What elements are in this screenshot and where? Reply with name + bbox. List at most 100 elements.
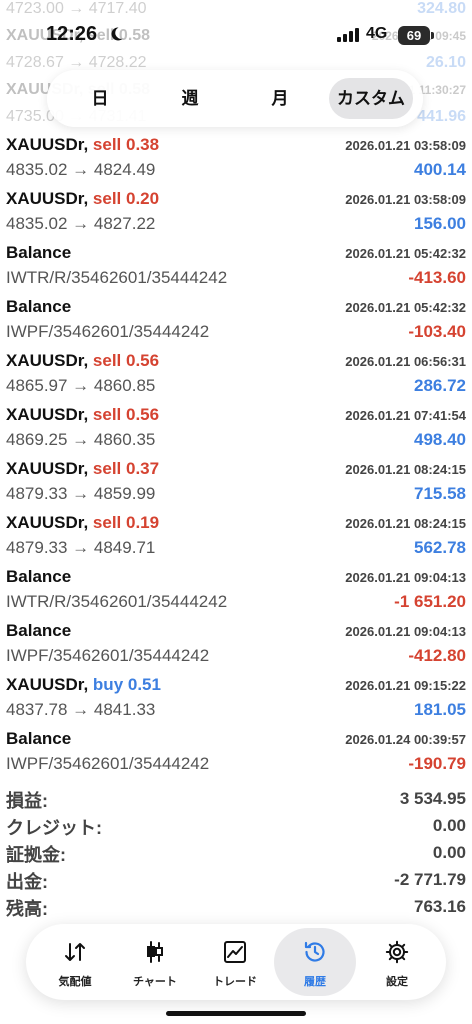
row-time: 2026.01.21 03:58:09 [345,138,466,153]
bottom-tab-bar: 気配値 チャート トレード 履歴 設定 [26,924,446,1000]
row-symbol: Balance [6,243,72,262]
status-bar: 12:26 4G 69 [0,18,472,54]
row-prices: 4837.78 → 4841.33 [6,700,156,719]
history-row[interactable]: Balance 2026.01.21 09:04:13 IWPF/3546260… [0,616,472,670]
trend-chart-icon [224,941,246,963]
row-prices: 4835.02 → 4827.22 [6,214,156,233]
ghost-row-right: 324.80 [417,0,466,17]
row-symbol-line: XAUUSDr, buy 0.51 [6,675,161,695]
row-symbol: XAUUSDr, [6,135,89,154]
row-time: 2026.01.21 06:56:31 [345,354,466,369]
row-comment: IWPF/35462601/35444242 [6,754,210,773]
row-symbol-line: XAUUSDr, sell 0.56 [6,405,159,425]
tab-quotes[interactable]: 気配値 [34,928,116,996]
period-tab-day[interactable]: 日 [69,78,131,119]
row-symbol: XAUUSDr, [6,351,89,370]
row-side-lot: sell 0.38 [92,135,160,154]
network-type: 4G [366,25,388,42]
sort-arrows-icon [65,943,85,961]
row-side-lot: sell 0.20 [92,189,160,208]
tab-trade[interactable]: トレード [194,928,276,996]
summary-withdrawal: 出金: -2 771.79 [0,866,472,893]
row-comment: IWPF/35462601/35444242 [6,322,210,341]
row-time: 2026.01.21 03:58:09 [345,192,466,207]
row-symbol: XAUUSDr, [6,189,89,208]
row-symbol: Balance [6,297,72,316]
period-filter: 日 週 月 カスタム [47,70,423,127]
row-profit: 400.14 [414,160,466,179]
row-time: 2026.01.21 05:42:32 [345,300,466,315]
row-profit: 562.78 [414,538,466,557]
row-prices: 4869.25 → 4860.35 [6,430,156,449]
period-tab-month[interactable]: 月 [249,78,311,119]
summary-label: クレジット: [6,818,102,838]
row-profit: 181.05 [414,700,466,719]
row-side-lot: sell 0.56 [92,405,160,424]
row-symbol-line: XAUUSDr, sell 0.56 [6,351,159,371]
row-symbol: XAUUSDr, [6,405,89,424]
history-row[interactable]: XAUUSDr, sell 0.38 2026.01.21 03:58:09 4… [0,130,472,184]
gear-icon [385,940,409,964]
row-comment: IWTR/R/35462601/35444242 [6,592,228,611]
tab-label: 気配値 [58,976,92,988]
summary-value: 763.16 [414,897,466,916]
account-summary: 損益: 3 534.95 クレジット: 0.00 証拠金: 0.00 出金: -… [0,785,472,920]
tab-chart[interactable]: チャート [114,928,196,996]
tab-history[interactable]: 履歴 [274,928,356,996]
row-profit: 715.58 [414,484,466,503]
summary-margin: 証拠金: 0.00 [0,839,472,866]
row-time: 2026.01.21 09:04:13 [345,570,466,585]
battery-icon: 69 [398,26,434,45]
row-time: 2026.01.21 05:42:32 [345,246,466,261]
summary-label: 損益: [6,791,48,811]
row-symbol: Balance [6,567,72,586]
history-row[interactable]: Balance 2026.01.21 05:42:32 IWPF/3546260… [0,292,472,346]
row-side-lot: sell 0.37 [92,459,160,478]
row-profit: -413.60 [408,268,466,287]
ghost-row-right: 26.10 [425,54,466,71]
row-side-lot: sell 0.19 [92,513,160,532]
row-prices: 4879.33 → 4849.71 [6,538,156,557]
row-symbol: XAUUSDr, [6,513,89,532]
history-row[interactable]: XAUUSDr, buy 0.51 2026.01.21 09:15:22 48… [0,670,472,724]
summary-label: 残高: [6,899,48,919]
row-side-lot: buy 0.51 [92,675,161,694]
history-row[interactable]: Balance 2026.01.24 00:39:57 IWPF/3546260… [0,724,472,778]
row-symbol-line: XAUUSDr, sell 0.20 [6,189,159,209]
row-prices: 4879.33 → 4859.99 [6,484,156,503]
row-time: 2026.01.21 08:24:15 [345,462,466,477]
summary-label: 出金: [6,872,48,892]
cellular-signal-icon [337,28,359,42]
row-symbol: Balance [6,621,72,640]
status-time: 12:26 [46,23,98,45]
row-prices: 4835.02 → 4824.49 [6,160,156,179]
row-symbol-line: XAUUSDr, sell 0.38 [6,135,159,155]
row-symbol: XAUUSDr, [6,675,89,694]
history-row[interactable]: XAUUSDr, sell 0.56 2026.01.21 07:41:54 4… [0,400,472,454]
row-profit: -190.79 [408,754,466,773]
moon-icon [111,27,123,41]
row-time: 2026.01.21 07:41:54 [345,408,466,423]
history-row[interactable]: XAUUSDr, sell 0.37 2026.01.21 08:24:15 4… [0,454,472,508]
row-profit: 286.72 [414,376,466,395]
period-tab-week[interactable]: 週 [159,78,221,119]
history-row[interactable]: XAUUSDr, sell 0.20 2026.01.21 03:58:09 4… [0,184,472,238]
row-profit: 156.00 [414,214,466,233]
row-time: 2026.01.21 09:04:13 [345,624,466,639]
summary-value: 3 534.95 [399,789,466,808]
history-list: XAUUSDr, sell 0.38 2026.01.21 03:58:09 4… [0,130,472,778]
history-row[interactable]: XAUUSDr, sell 0.56 2026.01.21 06:56:31 4… [0,346,472,400]
tab-label: チャート [133,976,177,988]
summary-label: 証拠金: [6,845,66,865]
home-indicator [166,1011,306,1016]
history-row[interactable]: XAUUSDr, sell 0.19 2026.01.21 08:24:15 4… [0,508,472,562]
period-tab-custom[interactable]: カスタム [329,78,413,119]
tab-settings[interactable]: 設定 [356,928,438,996]
history-row[interactable]: Balance 2026.01.21 09:04:13 IWTR/R/35462… [0,562,472,616]
history-row[interactable]: Balance 2026.01.21 05:42:32 IWTR/R/35462… [0,238,472,292]
row-profit: 498.40 [414,430,466,449]
summary-value: -2 771.79 [394,870,466,889]
row-profit: -412.80 [408,646,466,665]
summary-value: 0.00 [432,843,466,862]
row-time: 2026.01.21 08:24:15 [345,516,466,531]
